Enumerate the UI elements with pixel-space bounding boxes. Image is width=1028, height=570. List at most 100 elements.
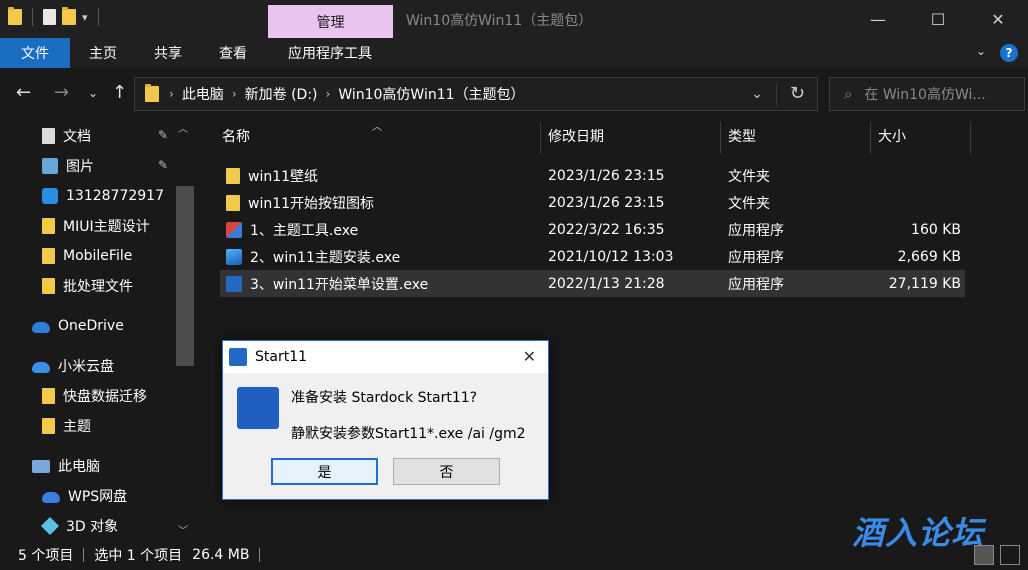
sidebar-scrollbar-thumb[interactable] — [176, 186, 194, 366]
sidebar-item-onedrive[interactable]: OneDrive — [32, 312, 124, 340]
sidebar-item-miui-theme[interactable]: MIUI主题设计 — [42, 212, 150, 240]
refresh-icon[interactable]: ↻ — [790, 83, 805, 104]
yes-button[interactable]: 是 — [271, 458, 378, 485]
sidebar-item-label: 批处理文件 — [63, 279, 133, 295]
chevron-right-icon[interactable]: › — [169, 87, 174, 101]
folder-icon[interactable] — [8, 7, 22, 25]
start11-logo-icon — [237, 387, 279, 429]
close-button[interactable]: ✕ — [968, 0, 1028, 38]
computer-icon — [32, 459, 50, 473]
sidebar-item-this-pc[interactable]: 此电脑 — [32, 452, 100, 480]
address-dropdown-icon[interactable]: ⌄ — [751, 86, 763, 102]
sidebar-item-batch-files[interactable]: 批处理文件 — [42, 272, 133, 300]
file-size: 27,119 KB — [888, 275, 961, 292]
help-icon[interactable]: ? — [1000, 44, 1018, 62]
sidebar-item-label: MIUI主题设计 — [63, 219, 150, 235]
sidebar-item-wps-cloud[interactable]: WPS网盘 — [42, 482, 127, 510]
maximize-button[interactable]: ☐ — [908, 0, 968, 38]
sidebar-item-kuaipan-migration[interactable]: 快盘数据迁移 — [42, 382, 147, 410]
file-size: 2,669 KB — [897, 248, 961, 265]
dialog-submessage: 静默安装参数Start11*.exe /ai /gm2 — [291, 426, 526, 442]
tab-home[interactable]: 主页 — [78, 38, 128, 68]
sidebar-item-sync-folder[interactable]: 13128772917 — [42, 182, 164, 210]
title-bar: ▾ 管理 Win10高仿Win11（主题包） — ☐ ✕ — [0, 0, 1028, 38]
column-header-name[interactable]: 名称 — [222, 118, 250, 154]
sidebar-item-3d-objects[interactable]: 3D 对象 — [40, 512, 118, 540]
navigation-pane: ︿ 文档 ✎ 图片 ✎ 13128772917 MIUI主题设计 MobileF… — [0, 118, 196, 540]
folder-icon — [145, 84, 159, 102]
column-header-size[interactable]: 大小 — [878, 118, 906, 154]
breadcrumb-folder[interactable]: Win10高仿Win11（主题包） — [338, 84, 524, 104]
sidebar-item-label: MobileFile — [63, 248, 133, 264]
table-row[interactable]: win11壁纸 2023/1/26 23:15 文件夹 — [220, 162, 965, 189]
search-input[interactable]: ⌕ 在 Win10高仿Wi... — [829, 77, 1025, 111]
table-row[interactable]: 2、win11主题安装.exe 2021/10/12 13:03 应用程序 2,… — [220, 243, 965, 270]
file-name: win11壁纸 — [248, 168, 319, 185]
picture-icon — [42, 158, 58, 174]
minimize-button[interactable]: — — [848, 0, 908, 38]
sidebar-item-pictures[interactable]: 图片 — [42, 152, 94, 180]
file-type: 应用程序 — [728, 276, 784, 293]
back-arrow-icon[interactable]: ← — [16, 82, 31, 103]
folder-icon — [42, 278, 55, 294]
sidebar-item-themes[interactable]: 主题 — [42, 412, 91, 440]
file-date: 2021/10/12 13:03 — [548, 248, 674, 265]
file-date: 2023/1/26 23:15 — [548, 194, 665, 211]
column-header-date[interactable]: 修改日期 — [548, 118, 604, 154]
start11-app-icon — [229, 348, 247, 366]
sidebar-item-mi-cloud[interactable]: 小米云盘 — [32, 352, 114, 380]
large-icons-view-icon[interactable] — [1000, 545, 1020, 565]
dialog-close-button[interactable]: ✕ — [523, 347, 536, 366]
ribbon-tabs: 文件 主页 共享 查看 应用程序工具 ⌄ ? — [0, 38, 1028, 68]
table-row-selected[interactable]: 3、win11开始菜单设置.exe 2022/1/13 21:28 应用程序 2… — [220, 270, 965, 297]
column-divider[interactable] — [870, 122, 871, 154]
mi-cloud-icon — [32, 362, 50, 373]
tab-share[interactable]: 共享 — [143, 38, 193, 68]
customize-dropdown-icon[interactable]: ▾ — [82, 11, 88, 24]
scroll-up-icon[interactable]: ︿ — [178, 120, 188, 135]
forward-arrow-icon[interactable]: → — [54, 82, 69, 103]
3d-objects-icon — [40, 516, 60, 536]
sync-icon — [42, 188, 58, 204]
up-arrow-icon[interactable]: ↑ — [112, 82, 127, 103]
tab-file[interactable]: 文件 — [0, 38, 70, 68]
dialog-title-bar[interactable]: Start11 ✕ — [223, 341, 548, 373]
file-name: 3、win11开始菜单设置.exe — [250, 276, 429, 293]
tab-application-tools[interactable]: 应用程序工具 — [275, 38, 385, 68]
file-type: 文件夹 — [728, 168, 770, 185]
recent-locations-icon[interactable]: ⌄ — [88, 86, 98, 100]
pin-icon[interactable]: ✎ — [158, 128, 168, 142]
address-bar[interactable]: › 此电脑 › 新加卷 (D:) › Win10高仿Win11（主题包） ⌄ ↻ — [134, 77, 818, 111]
scroll-down-icon[interactable]: ﹀ — [178, 522, 188, 537]
sidebar-item-label: 文档 — [63, 129, 91, 145]
breadcrumb-this-pc[interactable]: 此电脑 — [182, 84, 224, 104]
details-view-icon[interactable] — [974, 545, 994, 565]
table-row[interactable]: 1、主题工具.exe 2022/3/22 16:35 应用程序 160 KB — [220, 216, 965, 243]
column-header-type[interactable]: 类型 — [728, 118, 756, 154]
sidebar-item-label: 小米云盘 — [58, 359, 114, 375]
sidebar-item-label: 此电脑 — [58, 459, 100, 475]
sidebar-item-label: 快盘数据迁移 — [63, 389, 147, 405]
sidebar-item-documents[interactable]: 文档 — [42, 122, 91, 150]
search-placeholder: 在 Win10高仿Wi... — [864, 87, 986, 103]
pin-icon[interactable]: ✎ — [158, 158, 168, 172]
properties-icon[interactable] — [43, 9, 56, 25]
manage-tab[interactable]: 管理 — [268, 5, 393, 38]
table-row[interactable]: win11开始按钮图标 2023/1/26 23:15 文件夹 — [220, 189, 965, 216]
dialog-title: Start11 — [255, 349, 308, 365]
sidebar-item-label: 图片 — [66, 159, 94, 175]
sidebar-item-mobilefile[interactable]: MobileFile — [42, 242, 132, 270]
tab-view[interactable]: 查看 — [208, 38, 258, 68]
chevron-right-icon[interactable]: › — [232, 87, 237, 101]
no-button[interactable]: 否 — [393, 458, 500, 485]
breadcrumb-drive[interactable]: 新加卷 (D:) — [245, 84, 318, 104]
column-divider[interactable] — [970, 122, 971, 154]
quick-access-toolbar: ▾ — [8, 7, 103, 26]
column-divider[interactable] — [540, 122, 541, 154]
column-divider[interactable] — [720, 122, 721, 154]
start11-app-icon — [226, 275, 242, 292]
new-folder-icon[interactable] — [62, 7, 76, 25]
selected-count: 选中 1 个项目 — [94, 548, 183, 564]
collapse-ribbon-icon[interactable]: ⌄ — [976, 44, 986, 62]
chevron-right-icon[interactable]: › — [326, 87, 331, 101]
